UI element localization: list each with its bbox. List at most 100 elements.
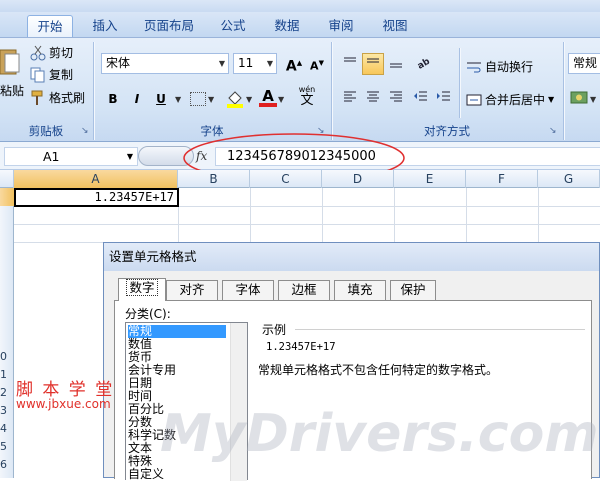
group-separator — [459, 48, 460, 118]
decrease-indent-icon[interactable] — [410, 88, 432, 110]
font-name-value: 宋体 — [106, 56, 131, 70]
paste-label: 粘贴 — [0, 84, 25, 98]
fill-color-icon[interactable] — [226, 90, 244, 111]
tab-page-layout[interactable]: 页面布局 — [136, 15, 202, 37]
grow-font-button[interactable]: A▲ — [283, 52, 305, 75]
paste-button[interactable] — [0, 46, 24, 80]
svg-text:▼: ▼ — [590, 95, 597, 104]
watermark-site-url: www.jbxue.com — [16, 397, 111, 411]
chevron-down-icon[interactable]: ▼ — [175, 95, 181, 104]
column-header-c[interactable]: C — [250, 170, 322, 188]
column-header-f[interactable]: F — [466, 170, 538, 188]
phonetic-guide-button[interactable]: wén 文 — [293, 85, 321, 109]
align-top-button[interactable] — [339, 54, 361, 76]
dialog-title: 设置单元格格式 — [104, 243, 599, 271]
group-separator — [563, 42, 564, 140]
copy-button[interactable]: 复制 — [30, 66, 73, 83]
row-number[interactable]: 6 — [0, 458, 7, 471]
cut-label: 剪切 — [49, 46, 74, 60]
number-format-value: 常规 — [573, 56, 598, 70]
bold-button[interactable]: B — [102, 88, 124, 110]
chevron-down-icon: ▼ — [266, 59, 274, 68]
row-number[interactable]: 2 — [0, 386, 7, 399]
row-header-column: 0 1 2 3 4 5 6 — [0, 188, 14, 478]
tab-font[interactable]: 字体 — [222, 280, 274, 300]
format-painter-label: 格式刷 — [49, 91, 86, 105]
cell-a1[interactable]: 1.23457E+17 — [14, 188, 179, 207]
ribbon-tab-row: 开始 插入 页面布局 公式 数据 审阅 视图 — [0, 12, 600, 38]
ribbon: 粘贴 剪切 复制 格式刷 剪贴板 ↘ 宋体 ▼ 11 ▼ A▲ A▼ B I U ▼… — [0, 38, 600, 142]
row-number[interactable]: 3 — [0, 404, 7, 417]
tab-border[interactable]: 边框 — [278, 280, 330, 300]
paintbrush-icon — [30, 90, 46, 106]
sample-value: 1.23457E+17 — [266, 341, 336, 353]
merge-center-button[interactable]: 合并后居中 ▼ — [466, 91, 554, 108]
align-right-button[interactable] — [385, 88, 407, 110]
currency-icon[interactable]: ▼ — [570, 89, 598, 110]
align-middle-button[interactable] — [362, 53, 384, 75]
number-format-combo[interactable]: 常规 — [568, 53, 600, 74]
merge-cells-icon — [466, 92, 482, 108]
watermark-mydrivers: MyDrivers.com — [160, 404, 599, 464]
column-header-d[interactable]: D — [322, 170, 394, 188]
align-center-button[interactable] — [362, 88, 384, 110]
list-item[interactable]: 自定义 — [128, 468, 164, 481]
orientation-icon[interactable]: ab — [414, 54, 436, 76]
name-box[interactable]: A1 ▼ — [4, 147, 138, 166]
tab-data[interactable]: 数据 — [264, 15, 310, 37]
wrap-text-button[interactable]: 自动换行 — [466, 58, 533, 75]
cut-button[interactable]: 剪切 — [30, 44, 73, 61]
svg-text:ab: ab — [416, 56, 432, 69]
column-header-b[interactable]: B — [178, 170, 250, 188]
column-header-row: A B C D E F G — [0, 170, 600, 188]
name-box-value: A1 — [43, 149, 60, 164]
row-number[interactable]: 5 — [0, 440, 7, 453]
copy-icon — [30, 67, 46, 83]
font-color-icon[interactable]: A — [259, 87, 277, 107]
chevron-down-icon: ▼ — [548, 95, 555, 104]
align-left-button[interactable] — [339, 88, 361, 110]
tab-number-label: 数字 — [126, 279, 158, 296]
select-all-corner[interactable] — [0, 170, 14, 188]
clipboard-group-label: 剪贴板 — [28, 124, 64, 138]
font-size-combo[interactable]: 11 ▼ — [233, 53, 277, 74]
sample-divider — [295, 329, 585, 330]
title-strip — [0, 0, 600, 12]
underline-button[interactable]: U — [150, 88, 172, 110]
grid-line — [14, 224, 600, 225]
chevron-down-icon[interactable]: ▼ — [278, 95, 284, 104]
chevron-down-icon: ▼ — [126, 152, 133, 161]
italic-button[interactable]: I — [126, 88, 148, 110]
tab-protection[interactable]: 保护 — [390, 280, 436, 300]
tab-alignment[interactable]: 对齐 — [166, 280, 218, 300]
tab-home[interactable]: 开始 — [27, 15, 73, 37]
row-number[interactable]: 1 — [0, 368, 7, 381]
font-name-combo[interactable]: 宋体 ▼ — [101, 53, 229, 74]
tab-formulas[interactable]: 公式 — [210, 15, 256, 37]
row-number[interactable]: 0 — [0, 350, 7, 363]
column-header-g[interactable]: G — [538, 170, 600, 188]
chevron-down-icon[interactable]: ▼ — [246, 95, 252, 104]
clipboard-launcher-icon[interactable]: ↘ — [81, 126, 89, 136]
alignment-launcher-icon[interactable]: ↘ — [549, 126, 557, 136]
tab-number[interactable]: 数字 — [118, 278, 166, 301]
scissors-icon — [30, 45, 46, 61]
merge-center-label: 合并后居中 — [485, 93, 546, 107]
tab-fill[interactable]: 填充 — [334, 280, 386, 300]
row-number[interactable]: 4 — [0, 422, 7, 435]
clipboard-icon — [0, 49, 20, 75]
tab-insert[interactable]: 插入 — [82, 15, 128, 37]
tab-review[interactable]: 审阅 — [318, 15, 364, 37]
column-header-e[interactable]: E — [394, 170, 466, 188]
shrink-font-button[interactable]: A▼ — [306, 52, 328, 74]
align-bottom-button[interactable] — [385, 54, 407, 76]
borders-icon[interactable] — [190, 92, 206, 106]
tab-view[interactable]: 视图 — [372, 15, 418, 37]
format-painter-button[interactable]: 格式刷 — [30, 89, 85, 106]
font-size-value: 11 — [238, 56, 254, 70]
wen-glyph: 文 — [300, 93, 314, 108]
increase-indent-icon[interactable] — [433, 88, 455, 110]
chevron-down-icon[interactable]: ▼ — [208, 95, 214, 104]
column-header-a[interactable]: A — [14, 170, 178, 188]
row-header-1[interactable] — [0, 188, 14, 206]
